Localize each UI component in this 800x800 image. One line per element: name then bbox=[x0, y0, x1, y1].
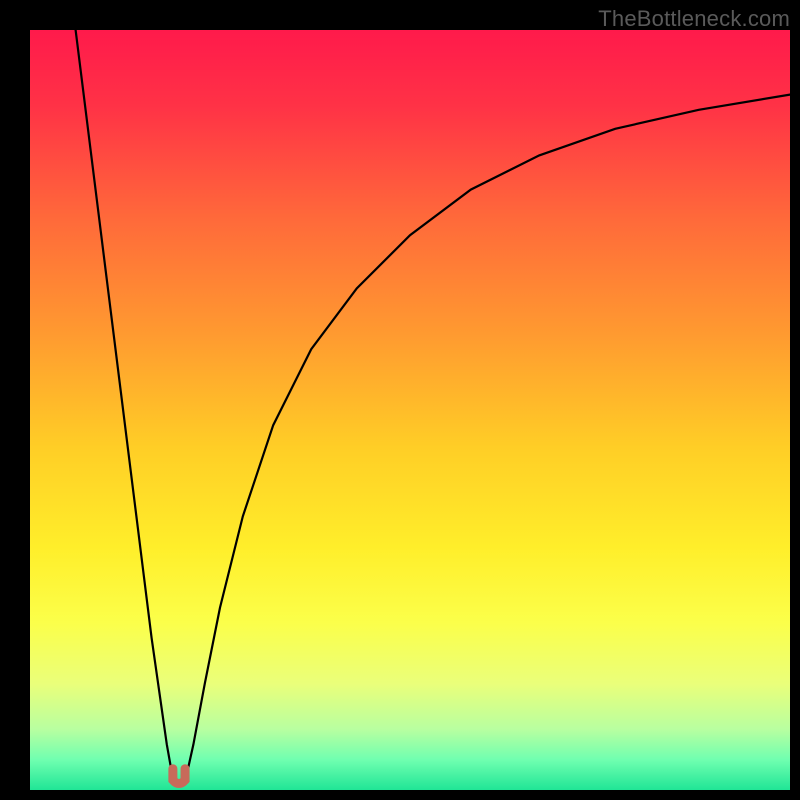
watermark-text: TheBottleneck.com bbox=[598, 6, 790, 32]
gradient-background bbox=[30, 30, 790, 790]
bottleneck-chart bbox=[30, 30, 790, 790]
chart-frame: TheBottleneck.com bbox=[0, 0, 800, 800]
